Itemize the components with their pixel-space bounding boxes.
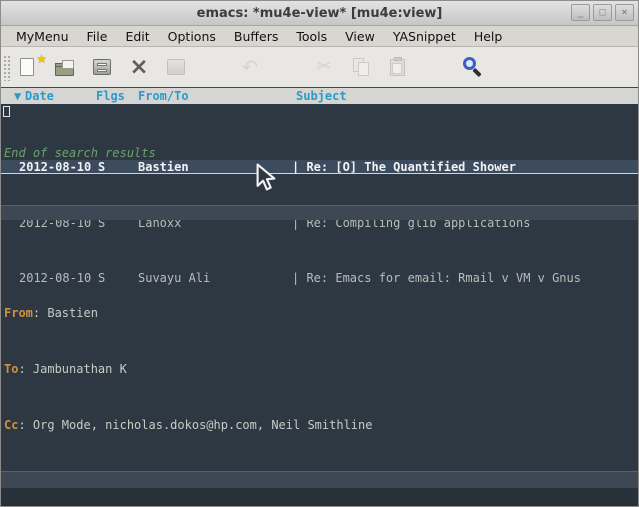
cut-icon[interactable]: ✂ [311, 54, 337, 80]
titlebar[interactable]: emacs: *mu4e-view* [mu4e:view] _ □ × [1, 1, 638, 26]
maximize-button[interactable]: □ [593, 4, 612, 21]
column-header-date[interactable]: Date [25, 89, 54, 103]
modeline-mu4e-view[interactable]: *mu4e-view* ( 1, 0) [All/372] [mu4e:view… [1, 471, 638, 488]
field-value: Jambunathan K [33, 362, 127, 376]
message-field-line: To: Jambunathan K [4, 362, 638, 376]
separator[interactable] [274, 54, 300, 80]
undo-icon[interactable]: ↶ [237, 54, 263, 80]
minimize-button[interactable]: _ [571, 4, 590, 21]
toolbar: ★ × ↓ [1, 47, 638, 88]
toolbar-drag-handle[interactable] [3, 55, 12, 81]
open-file-icon[interactable] [52, 54, 78, 80]
row-subject: | Re: [O] The Quantified Shower [292, 160, 516, 174]
menu-item-help[interactable]: Help [465, 27, 512, 46]
field-label: To [4, 362, 18, 376]
window-controls: _ □ × [571, 4, 634, 21]
menu-item-buffers[interactable]: Buffers [225, 27, 287, 46]
fringe-cursor [3, 106, 10, 117]
headers-row[interactable]: 2012-08-10 S Bastien | Re: [O] The Quant… [1, 160, 638, 174]
end-of-results-text: End of search results [4, 146, 156, 160]
field-label: From [4, 306, 33, 320]
paste-icon[interactable] [385, 54, 411, 80]
column-header-from[interactable]: From/To [138, 89, 189, 103]
echo-area [1, 488, 638, 506]
headers-header-line: ▼ Date Flgs From/To Subject [1, 88, 638, 104]
save-as-icon[interactable]: ↓ [163, 54, 189, 80]
save-icon[interactable] [89, 54, 115, 80]
menu-item-yasnippet[interactable]: YASnippet [384, 27, 465, 46]
field-value: Org Mode, nicholas.dokos@hp.com, Neil Sm… [33, 418, 373, 432]
emacs-window: emacs: *mu4e-view* [mu4e:view] _ □ × MyM… [0, 0, 639, 507]
new-file-icon[interactable]: ★ [15, 54, 41, 80]
message-view: From: Bastien To: Jambunathan K Cc: Org … [4, 221, 638, 507]
row-date: 2012-08-10 [19, 160, 91, 174]
column-header-subject[interactable]: Subject [296, 89, 347, 103]
sort-indicator-icon[interactable]: ▼ [14, 89, 21, 103]
menu-item-view[interactable]: View [336, 27, 384, 46]
menu-item-mymenu[interactable]: MyMenu [7, 27, 78, 46]
copy-icon[interactable] [348, 54, 374, 80]
row-flags: S [98, 160, 105, 174]
close-button[interactable]: × [615, 4, 634, 21]
separator[interactable] [422, 54, 448, 80]
menu-item-tools[interactable]: Tools [287, 27, 336, 46]
field-value: Bastien [47, 306, 98, 320]
window-title: emacs: *mu4e-view* [mu4e:view] [197, 6, 443, 21]
search-icon[interactable] [459, 54, 485, 80]
close-buffer-icon[interactable]: × [126, 54, 152, 80]
menu-item-options[interactable]: Options [159, 27, 225, 46]
row-from: Bastien [138, 160, 189, 174]
menu-item-file[interactable]: File [78, 27, 117, 46]
field-label: Cc [4, 418, 18, 432]
message-field-line: Cc: Org Mode, nicholas.dokos@hp.com, Nei… [4, 418, 638, 432]
message-fields: From: Bastien To: Jambunathan K Cc: Org … [4, 249, 638, 507]
menubar: MyMenu File Edit Options Buffers Tools V… [1, 26, 638, 47]
separator[interactable] [200, 54, 226, 80]
modeline-mu4e-headers[interactable]: *mu4e-headers* ( 1, 0) [All/275] [mu4e-h… [1, 205, 638, 220]
message-field-line: From: Bastien [4, 306, 638, 320]
menu-item-edit[interactable]: Edit [116, 27, 158, 46]
column-header-flags[interactable]: Flgs [96, 89, 125, 103]
